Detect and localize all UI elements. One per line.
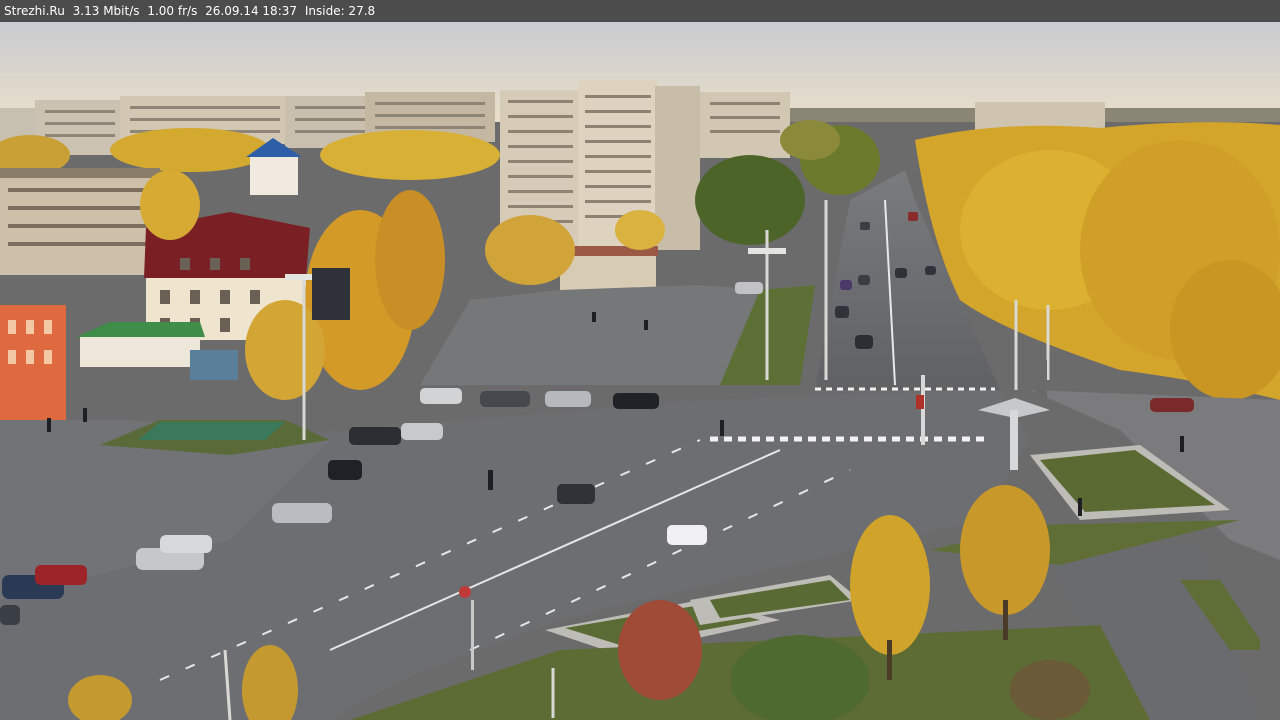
car-icon bbox=[545, 391, 591, 407]
car-icon bbox=[667, 525, 707, 545]
car-icon bbox=[272, 503, 332, 523]
left-apartment-building bbox=[0, 168, 160, 275]
billboard bbox=[312, 268, 350, 320]
bitrate-readout: 3.13 Mbit/s bbox=[72, 4, 140, 18]
car-icon bbox=[840, 280, 852, 290]
car-icon bbox=[860, 222, 870, 230]
car-icon bbox=[855, 335, 873, 349]
shop-banner bbox=[190, 350, 238, 380]
car-icon bbox=[613, 393, 659, 409]
car-icon bbox=[1150, 398, 1194, 412]
camera-status-bar: Strezhi.Ru 3.13 Mbit/s 1.00 fr/s 26.09.1… bbox=[0, 0, 1280, 22]
car-icon bbox=[401, 423, 443, 440]
car-icon bbox=[557, 484, 595, 504]
framerate-readout: 1.00 fr/s bbox=[147, 4, 198, 18]
orange-building bbox=[0, 305, 66, 423]
traffic-light-icon bbox=[921, 375, 925, 445]
car-icon bbox=[895, 268, 907, 278]
helipad-square bbox=[138, 422, 285, 440]
car-icon bbox=[835, 306, 849, 318]
car-icon bbox=[858, 275, 870, 285]
car-icon bbox=[420, 388, 462, 404]
site-name: Strezhi.Ru bbox=[4, 4, 65, 18]
inside-temperature-readout: Inside: 27.8 bbox=[304, 4, 376, 18]
car-icon bbox=[735, 282, 763, 294]
car-icon bbox=[160, 535, 212, 553]
pedestrian-icon bbox=[592, 312, 596, 322]
car-icon bbox=[35, 565, 87, 585]
green-roof-shop bbox=[76, 322, 205, 367]
pedestrian-icon bbox=[644, 320, 648, 330]
traffic-light-icon bbox=[916, 395, 924, 409]
car-icon bbox=[0, 605, 20, 625]
datetime-readout: 26.09.14 18:37 bbox=[205, 4, 298, 18]
pedestrian-icon bbox=[488, 470, 493, 490]
pedestrian-icon bbox=[1180, 436, 1184, 452]
pedestrian-icon bbox=[83, 408, 87, 422]
car-icon bbox=[480, 391, 530, 407]
webcam-scene bbox=[0, 22, 1280, 720]
car-icon bbox=[349, 427, 401, 445]
pedestrian-icon bbox=[1078, 498, 1082, 516]
pedestrian-icon bbox=[47, 418, 51, 432]
car-icon bbox=[908, 212, 918, 221]
upper-plaza bbox=[420, 285, 760, 385]
pedestrian-icon bbox=[720, 420, 724, 436]
car-icon bbox=[925, 266, 936, 275]
car-icon bbox=[328, 460, 362, 480]
traffic-light-icon bbox=[471, 600, 474, 670]
